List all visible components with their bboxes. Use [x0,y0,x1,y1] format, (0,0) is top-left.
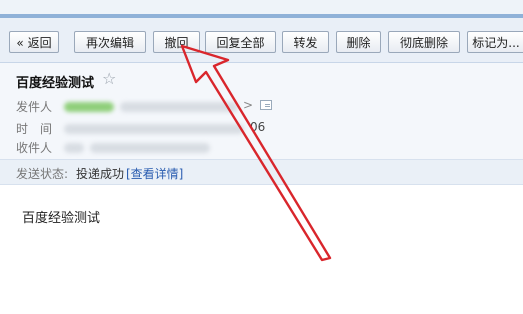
mail-body: 百度经验测试 [22,211,101,226]
forward-button[interactable]: 转发 [282,31,329,53]
sender-address-redacted [120,102,238,112]
time-value-tail: 06 [250,120,266,134]
mail-toolbar: « 返回 再次编辑 撤回 回复全部 转发 删除 彻底删除 标记为... [0,18,523,63]
delete-button[interactable]: 删除 [336,31,381,53]
recall-button[interactable]: 撤回 [153,31,200,53]
recipient-name-redacted [64,143,84,153]
star-icon[interactable]: ☆ [102,69,116,88]
time-label: 时 间 [16,122,53,136]
mail-subject: 百度经验测试 [16,76,95,91]
contact-card-icon[interactable] [260,100,272,110]
reedit-button[interactable]: 再次编辑 [74,31,146,53]
status-label: 发送状态: [16,167,69,181]
delivery-status-row: 发送状态: 投递成功 [查看详情] [0,160,523,185]
status-value: 投递成功 [76,167,125,181]
delete-permanent-button[interactable]: 彻底删除 [388,31,460,53]
chevron-right-icon[interactable]: > [243,98,253,112]
sender-label: 发件人 [16,100,53,114]
reply-all-button[interactable]: 回复全部 [205,31,276,53]
recipient-address-redacted [90,143,210,153]
recipient-label: 收件人 [16,141,53,155]
view-details-link[interactable]: [查看详情] [126,165,183,182]
time-value-redacted [64,124,244,134]
mail-header: 百度经验测试 ☆ 发件人 > 时 间 06 收件人 发送状态: 投递成功 [查看… [0,63,523,185]
top-strip [0,0,523,14]
mark-as-button[interactable]: 标记为... [467,31,523,53]
sender-name-redacted [64,102,114,112]
back-button[interactable]: « 返回 [9,31,59,53]
